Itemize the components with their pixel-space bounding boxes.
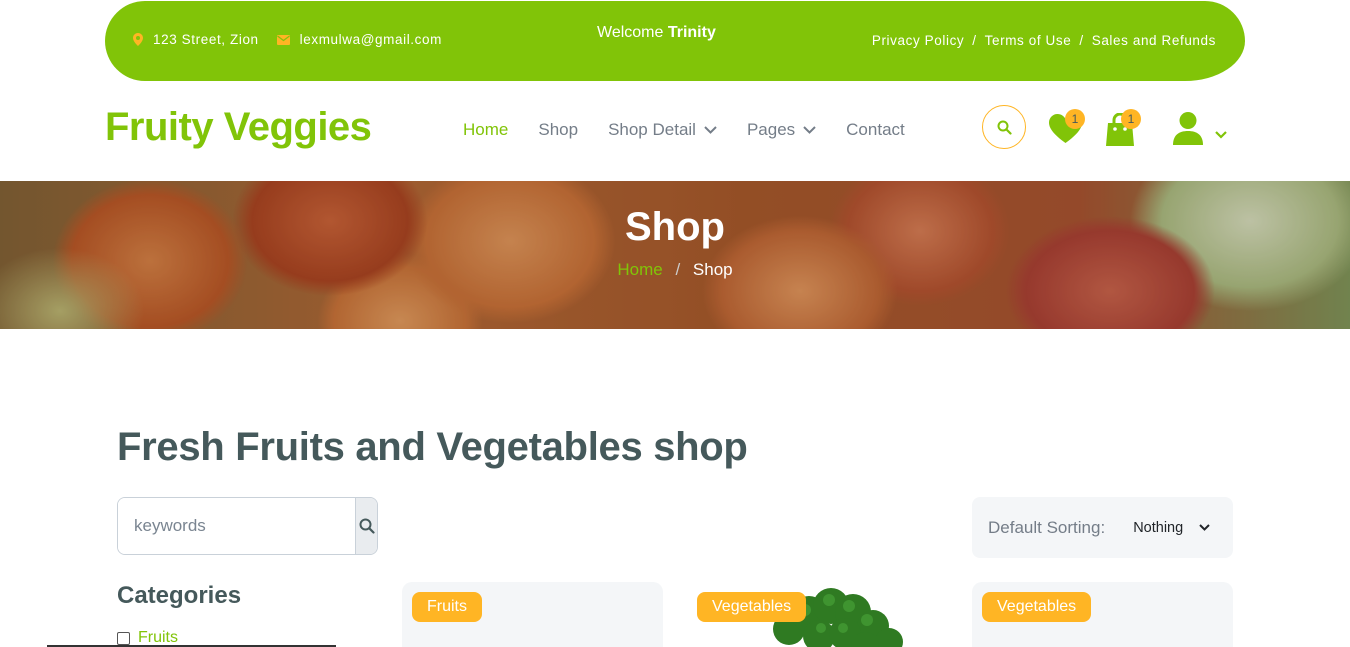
top-bar: 123 Street, Zion lexmulwa@gmail.com Welc… [105, 1, 1245, 81]
address-item: 123 Street, Zion [133, 32, 259, 47]
product-card[interactable]: Fruits [402, 582, 663, 647]
breadcrumb-home-link[interactable]: Home [617, 260, 662, 279]
breadcrumb-separator: / [675, 260, 681, 279]
email-text[interactable]: lexmulwa@gmail.com [300, 32, 442, 47]
link-separator: / [972, 33, 977, 48]
welcome-message: Welcome Trinity [597, 24, 716, 42]
nav-item-pages[interactable]: Pages [747, 120, 816, 140]
page-title: Shop [625, 205, 725, 249]
chevron-down-icon [803, 126, 816, 134]
link-separator: / [1079, 33, 1084, 48]
top-bar-contact: 123 Street, Zion lexmulwa@gmail.com [133, 32, 460, 47]
chevron-down-icon [704, 126, 717, 134]
nav-item-shop[interactable]: Shop [538, 120, 578, 140]
email-item[interactable]: lexmulwa@gmail.com [276, 32, 442, 47]
nav-item-label: Home [463, 120, 509, 139]
terms-of-use-link[interactable]: Terms of Use [985, 33, 1072, 48]
search-toggle-button[interactable] [982, 105, 1026, 149]
wishlist-count-badge: 1 [1065, 109, 1085, 129]
envelope-icon [276, 34, 290, 45]
keyword-search-input[interactable] [118, 498, 355, 554]
chevron-down-icon [1215, 131, 1227, 139]
nav-item-label: Pages [746, 120, 796, 139]
sorting-control: Default Sorting: Nothing [972, 497, 1233, 558]
address-text: 123 Street, Zion [153, 32, 259, 47]
sorting-select[interactable]: Nothing [1133, 520, 1210, 536]
nav-item-shop-detail[interactable]: Shop Detail [608, 120, 717, 140]
sorting-selected-value: Nothing [1133, 519, 1184, 536]
product-category-tag: Fruits [412, 592, 482, 622]
categories-heading: Categories [117, 582, 242, 609]
cart-count-badge: 1 [1121, 109, 1141, 129]
user-menu-button[interactable] [1173, 112, 1227, 145]
breadcrumb: Home / Shop [0, 260, 1350, 280]
welcome-prefix: Welcome [597, 24, 664, 41]
shop-heading: Fresh Fruits and Vegetables shop [117, 425, 748, 469]
nav-item-home[interactable]: Home [463, 120, 508, 140]
page-header-banner: Shop Home / Shop [0, 181, 1350, 329]
chevron-down-icon [1199, 524, 1210, 531]
product-category-tag: Vegetables [982, 592, 1092, 622]
sorting-label: Default Sorting: [988, 517, 1106, 537]
nav-item-contact[interactable]: Contact [846, 120, 905, 140]
privacy-policy-link[interactable]: Privacy Policy [872, 33, 964, 48]
wishlist-button[interactable]: 1 [1049, 109, 1085, 149]
product-card[interactable]: Vegetables [972, 582, 1233, 647]
user-icon [1173, 112, 1203, 145]
cart-button[interactable]: 1 [1106, 109, 1141, 151]
category-checkbox[interactable] [117, 631, 130, 645]
product-card[interactable]: Vegetables [687, 582, 948, 647]
nav-item-label: Shop [538, 120, 579, 139]
search-icon [359, 518, 375, 534]
keyword-search-button[interactable] [355, 498, 377, 554]
sales-and-refunds-link[interactable]: Sales and Refunds [1092, 33, 1216, 48]
top-bar-links: Privacy Policy / Terms of Use / Sales an… [872, 33, 1216, 48]
breadcrumb-current: Shop [692, 260, 733, 279]
keyword-search [117, 497, 378, 555]
search-icon [997, 120, 1012, 135]
nav-item-label: Contact [846, 120, 905, 139]
nav-item-label: Shop Detail [608, 120, 696, 139]
welcome-name: Trinity [667, 24, 716, 41]
map-marker-icon [133, 33, 143, 46]
banner-overlay [0, 181, 1350, 329]
main-nav: Home Shop Shop Detail Pages Contact [463, 120, 935, 140]
product-category-tag: Vegetables [697, 592, 807, 622]
brand-logo[interactable]: Fruity Veggies [105, 105, 372, 150]
